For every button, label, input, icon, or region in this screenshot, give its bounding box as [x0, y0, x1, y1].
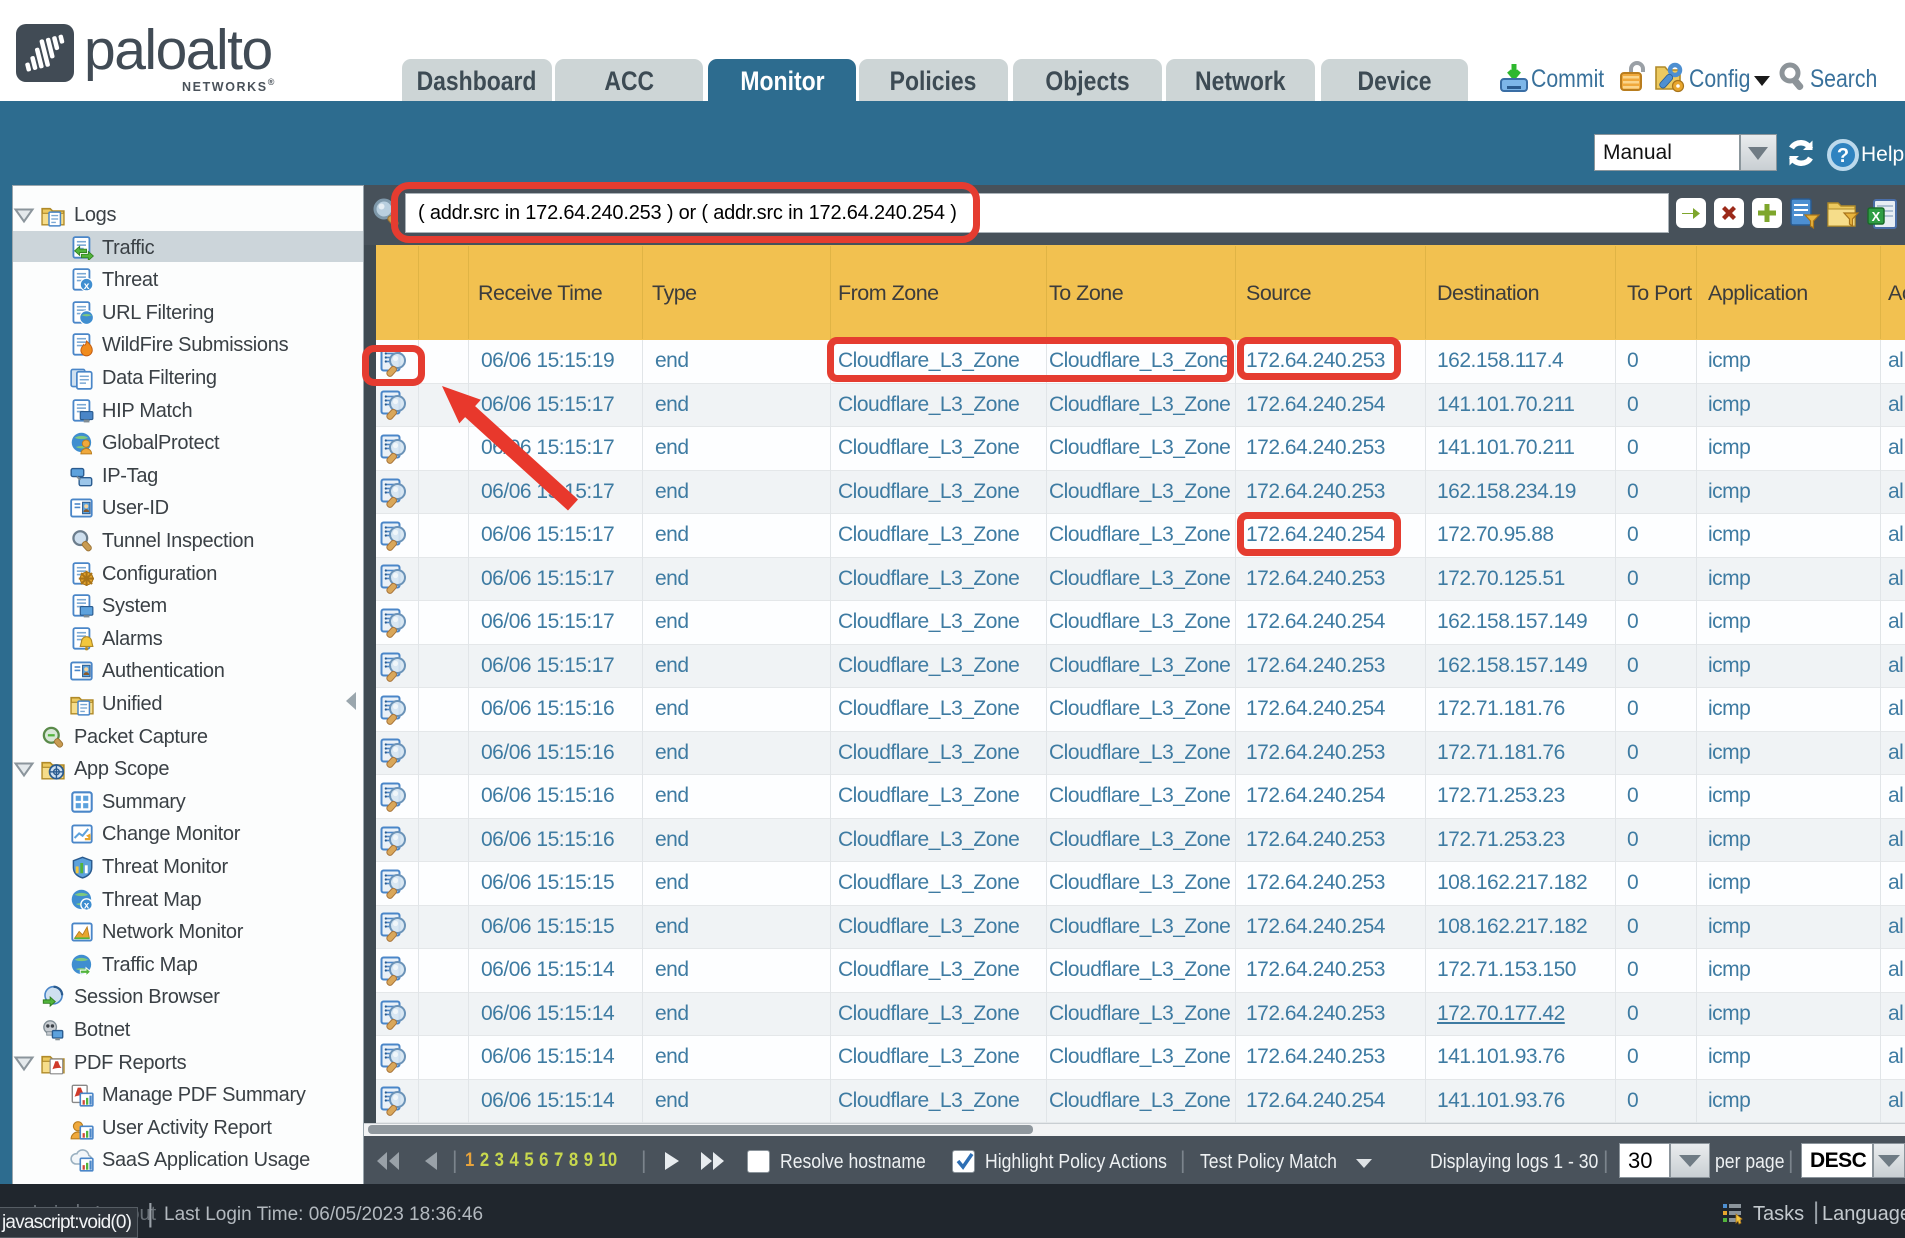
svg-text:?: ?	[1837, 145, 1849, 167]
svg-text:x: x	[84, 901, 90, 912]
svg-text:x: x	[84, 281, 90, 292]
svg-text:X: X	[1872, 209, 1881, 224]
